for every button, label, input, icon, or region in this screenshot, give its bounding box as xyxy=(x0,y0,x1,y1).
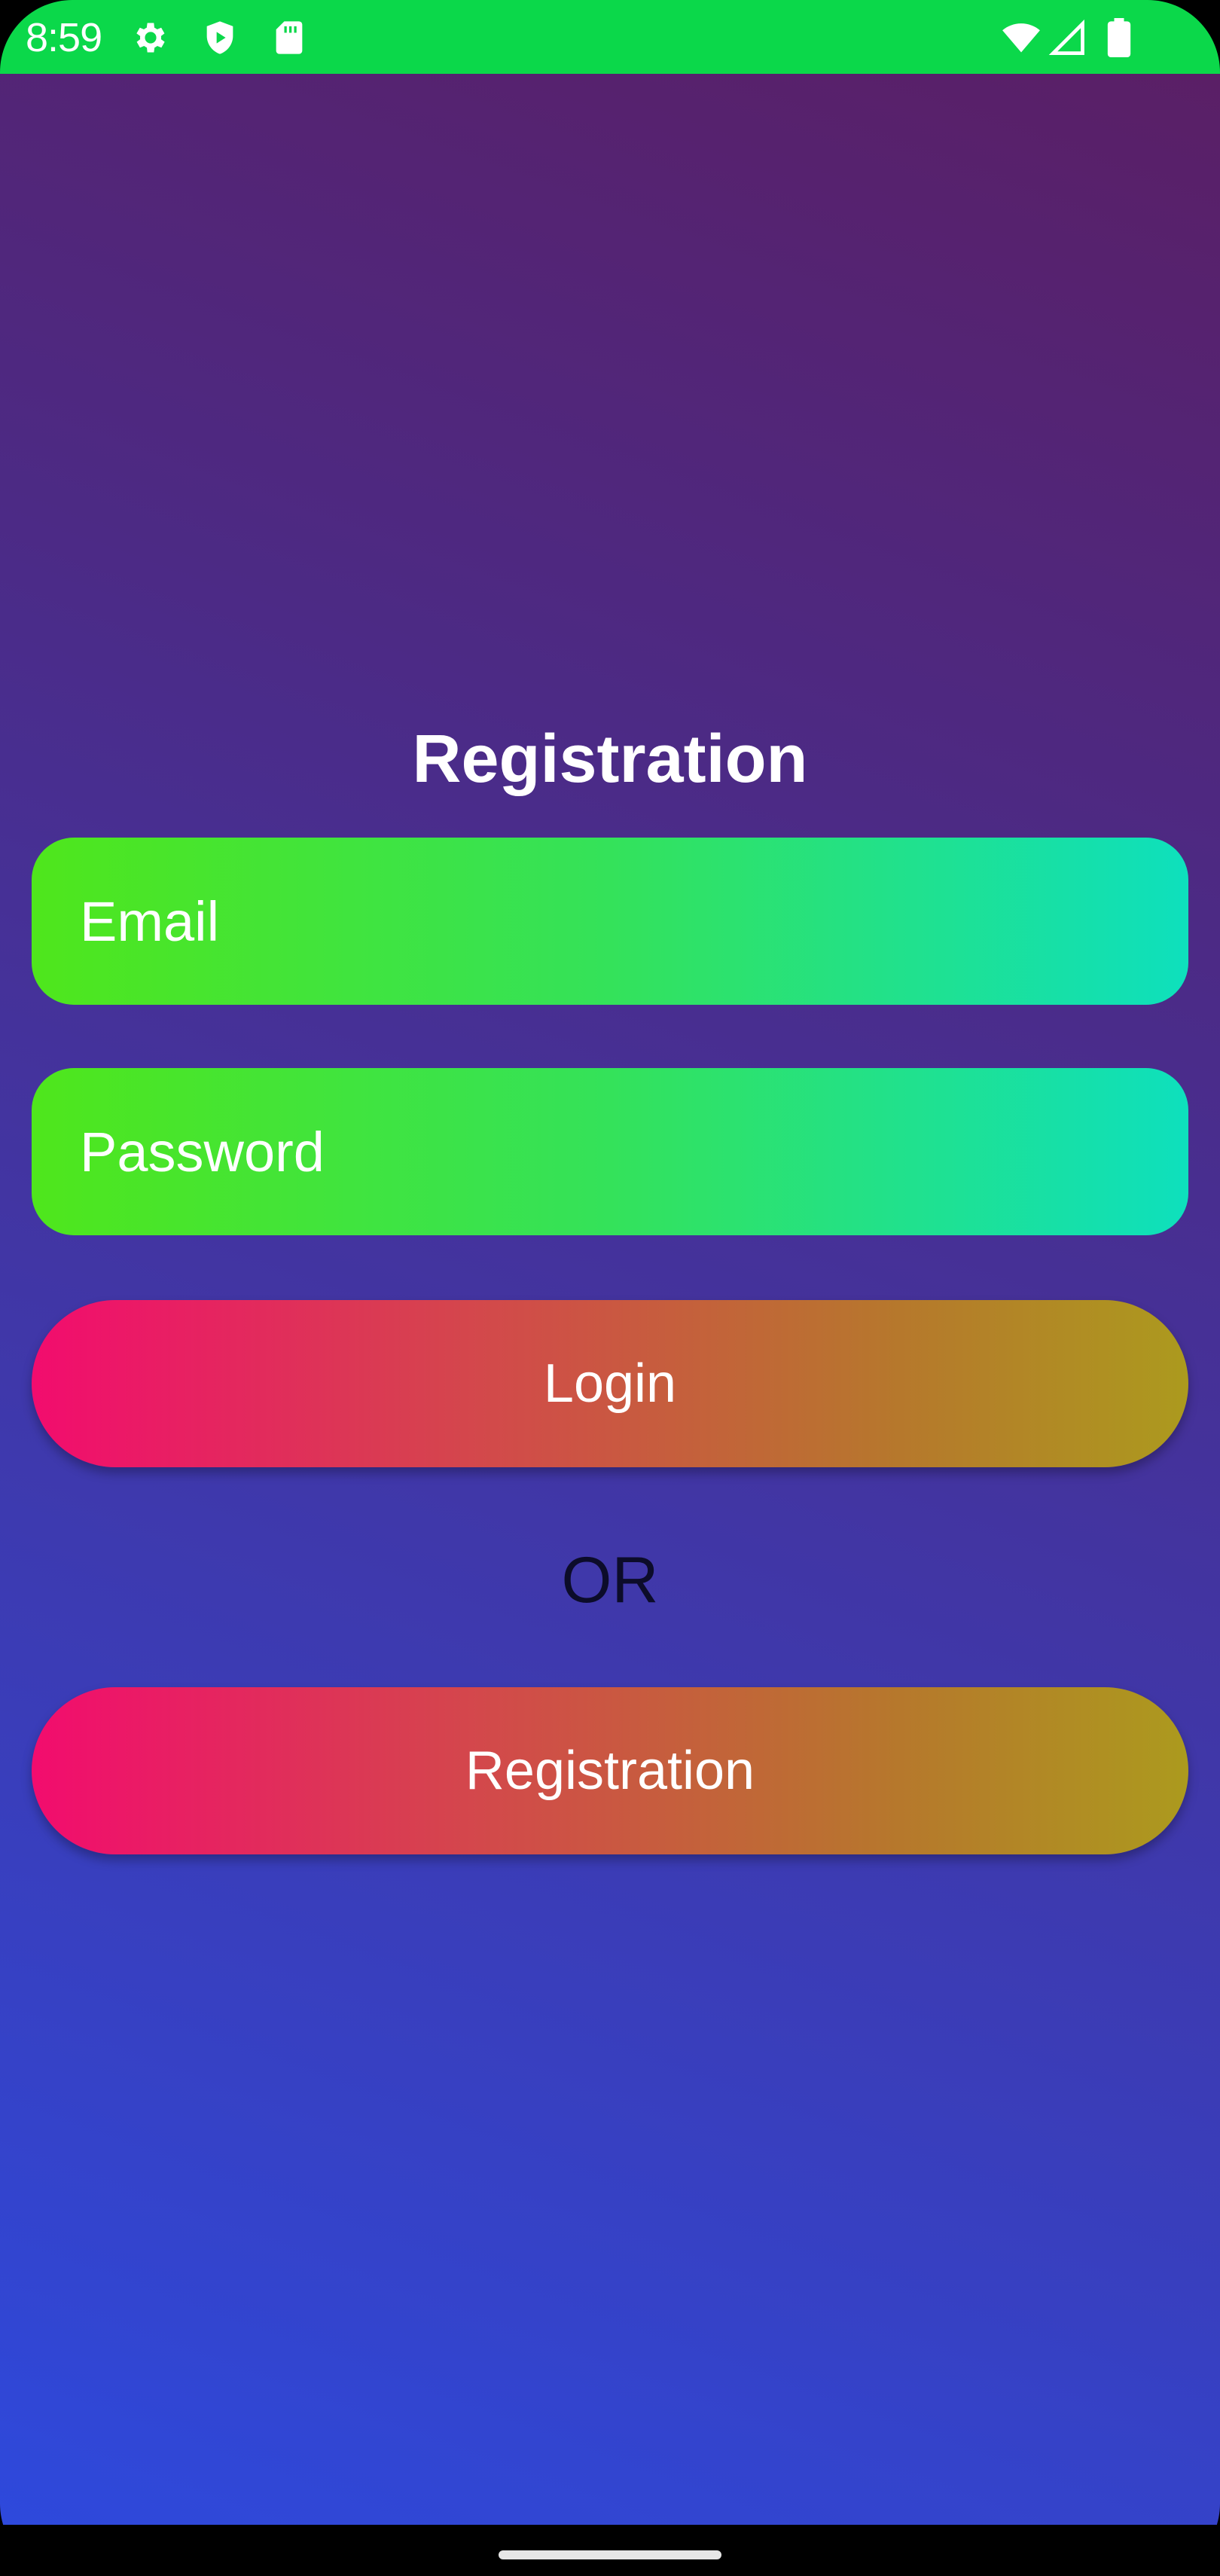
page-title: Registration xyxy=(412,722,808,797)
password-field[interactable] xyxy=(78,1119,1188,1185)
navigation-bar xyxy=(0,2525,1220,2576)
login-button[interactable]: Login xyxy=(32,1300,1188,1467)
email-field[interactable] xyxy=(78,888,1188,954)
status-time: 8:59 xyxy=(26,15,102,60)
password-field-container xyxy=(32,1068,1188,1235)
or-divider-text: OR xyxy=(561,1544,659,1616)
home-gesture-handle[interactable] xyxy=(499,2550,721,2559)
registration-screen: Registration Login OR Registration xyxy=(0,74,1220,2525)
registration-button[interactable]: Registration xyxy=(32,1687,1188,1854)
sd-card-icon xyxy=(270,18,309,57)
battery-icon xyxy=(1106,18,1133,57)
phone-screen: 8:59 Registration Login OR Registr xyxy=(0,0,1220,2576)
play-shield-icon xyxy=(200,18,239,57)
email-field-container xyxy=(32,838,1188,1005)
status-bar: 8:59 xyxy=(0,0,1220,74)
wifi-icon xyxy=(999,18,1044,57)
gear-icon xyxy=(131,18,170,57)
cell-signal-icon xyxy=(1047,18,1089,57)
